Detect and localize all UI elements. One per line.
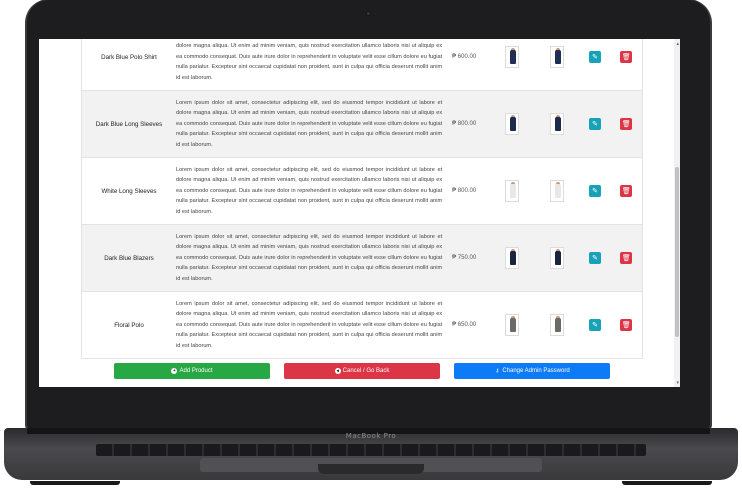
table-row: White Long Sleeves Lorem ipsum dolor sit … bbox=[82, 157, 642, 224]
garment bbox=[509, 251, 516, 265]
change-password-label: Change Admin Password bbox=[502, 368, 570, 374]
scrollbar-thumb[interactable] bbox=[675, 167, 679, 337]
trash-icon: 🗑 bbox=[621, 53, 631, 61]
product-name: Dark Blue Polo Shirt bbox=[101, 53, 157, 61]
pencil-square-icon: ✎ bbox=[592, 120, 598, 128]
add-product-label: Add Product bbox=[179, 368, 213, 374]
pencil-square-icon: ✎ bbox=[592, 321, 598, 329]
key-icon: ⚷ bbox=[495, 368, 500, 374]
edit-button[interactable]: ✎ bbox=[589, 185, 602, 197]
product-image-back[interactable] bbox=[534, 180, 579, 202]
product-image-front[interactable] bbox=[489, 247, 534, 269]
product-description: Lorem ipsum dolor sit amet, consectetur … bbox=[175, 43, 443, 81]
back-circle-icon: ◂ bbox=[334, 368, 341, 374]
pencil-square-icon: ✎ bbox=[592, 187, 598, 195]
laptop-mockup: MacBook Pro Dark Blue Polo Shirt Lorem ip… bbox=[0, 0, 742, 491]
product-price: ₱ 600.00 bbox=[452, 54, 477, 60]
delete-button[interactable]: 🗑 bbox=[620, 51, 633, 63]
garment bbox=[554, 184, 561, 198]
product-description: Lorem ipsum dolor sit amet, consectetur … bbox=[175, 99, 443, 148]
edit-button[interactable]: ✎ bbox=[589, 51, 602, 63]
trash-icon: 🗑 bbox=[621, 120, 631, 128]
product-thumbnail bbox=[504, 113, 519, 135]
product-image-back[interactable] bbox=[534, 46, 579, 68]
products-table: Dark Blue Polo Shirt Lorem ipsum dolor si… bbox=[81, 39, 643, 359]
change-admin-password-button[interactable]: ⚷ Change Admin Password bbox=[454, 363, 610, 379]
product-price: ₱ 800.00 bbox=[452, 188, 477, 194]
trash-icon: 🗑 bbox=[621, 254, 631, 262]
garment bbox=[509, 117, 516, 131]
product-name: Floral Polo bbox=[114, 321, 144, 329]
garment bbox=[554, 318, 561, 332]
product-thumbnail bbox=[549, 113, 564, 135]
table-row: Dark Blue Polo Shirt Lorem ipsum dolor si… bbox=[82, 39, 642, 90]
cancel-go-back-button[interactable]: ◂ Cancel / Go Back bbox=[284, 363, 440, 379]
foot-left bbox=[30, 481, 120, 485]
plus-circle-icon: + bbox=[171, 368, 178, 374]
product-name: Dark Blue Blazers bbox=[104, 254, 154, 262]
product-description: Lorem ipsum dolor sit amet, consectetur … bbox=[175, 166, 443, 215]
lid-notch bbox=[318, 464, 424, 474]
product-thumbnail bbox=[549, 180, 564, 202]
garment bbox=[509, 184, 516, 198]
delete-button[interactable]: 🗑 bbox=[620, 252, 633, 264]
scrollbar[interactable]: ▴ ▾ bbox=[674, 39, 680, 387]
trash-icon: 🗑 bbox=[621, 187, 631, 195]
product-image-back[interactable] bbox=[534, 113, 579, 135]
delete-button[interactable]: 🗑 bbox=[620, 185, 633, 197]
device-brand-label: MacBook Pro bbox=[345, 432, 397, 440]
scroll-down-icon[interactable]: ▾ bbox=[676, 380, 679, 386]
delete-button[interactable]: 🗑 bbox=[620, 319, 633, 331]
table-row: Dark Blue Long Sleeves Lorem ipsum dolor … bbox=[82, 90, 642, 157]
product-price: ₱ 800.00 bbox=[452, 121, 477, 127]
product-thumbnail bbox=[549, 247, 564, 269]
garment bbox=[509, 50, 516, 64]
garment bbox=[554, 50, 561, 64]
product-thumbnail bbox=[504, 180, 519, 202]
product-name: Dark Blue Long Sleeves bbox=[95, 120, 163, 128]
product-image-back[interactable] bbox=[534, 314, 579, 336]
edit-button[interactable]: ✎ bbox=[589, 118, 602, 130]
keyboard bbox=[96, 444, 646, 456]
delete-button[interactable]: 🗑 bbox=[620, 118, 633, 130]
product-name: White Long Sleeves bbox=[101, 187, 157, 195]
edit-button[interactable]: ✎ bbox=[589, 319, 602, 331]
camera bbox=[366, 11, 371, 16]
cancel-label: Cancel / Go Back bbox=[342, 368, 390, 374]
pencil-square-icon: ✎ bbox=[592, 53, 598, 61]
garment bbox=[554, 117, 561, 131]
product-description: Lorem ipsum dolor sit amet, consectetur … bbox=[175, 233, 443, 282]
product-image-back[interactable] bbox=[534, 247, 579, 269]
scroll-up-icon[interactable]: ▴ bbox=[676, 41, 679, 47]
product-price: ₱ 750.00 bbox=[452, 255, 477, 261]
table-row: Dark Blue Blazers Lorem ipsum dolor sit a… bbox=[82, 224, 642, 291]
product-thumbnail bbox=[549, 46, 564, 68]
foot-right bbox=[622, 481, 712, 485]
product-description: Lorem ipsum dolor sit amet, consectetur … bbox=[175, 300, 443, 349]
action-bar: + Add Product ◂ Cancel / Go Back ⚷ Change A… bbox=[114, 363, 612, 379]
product-thumbnail bbox=[504, 46, 519, 68]
product-thumbnail bbox=[504, 314, 519, 336]
garment bbox=[554, 251, 561, 265]
product-thumbnail bbox=[549, 314, 564, 336]
browser-viewport: Dark Blue Polo Shirt Lorem ipsum dolor si… bbox=[39, 39, 680, 387]
add-product-button[interactable]: + Add Product bbox=[114, 363, 270, 379]
edit-button[interactable]: ✎ bbox=[589, 252, 602, 264]
product-price: ₱ 650.00 bbox=[452, 322, 477, 328]
table-row: Floral Polo Lorem ipsum dolor sit amet, c… bbox=[82, 291, 642, 358]
garment bbox=[509, 318, 516, 332]
product-image-front[interactable] bbox=[489, 113, 534, 135]
product-image-front[interactable] bbox=[489, 46, 534, 68]
product-thumbnail bbox=[504, 247, 519, 269]
pencil-square-icon: ✎ bbox=[592, 254, 598, 262]
product-image-front[interactable] bbox=[489, 180, 534, 202]
trash-icon: 🗑 bbox=[621, 321, 631, 329]
product-image-front[interactable] bbox=[489, 314, 534, 336]
